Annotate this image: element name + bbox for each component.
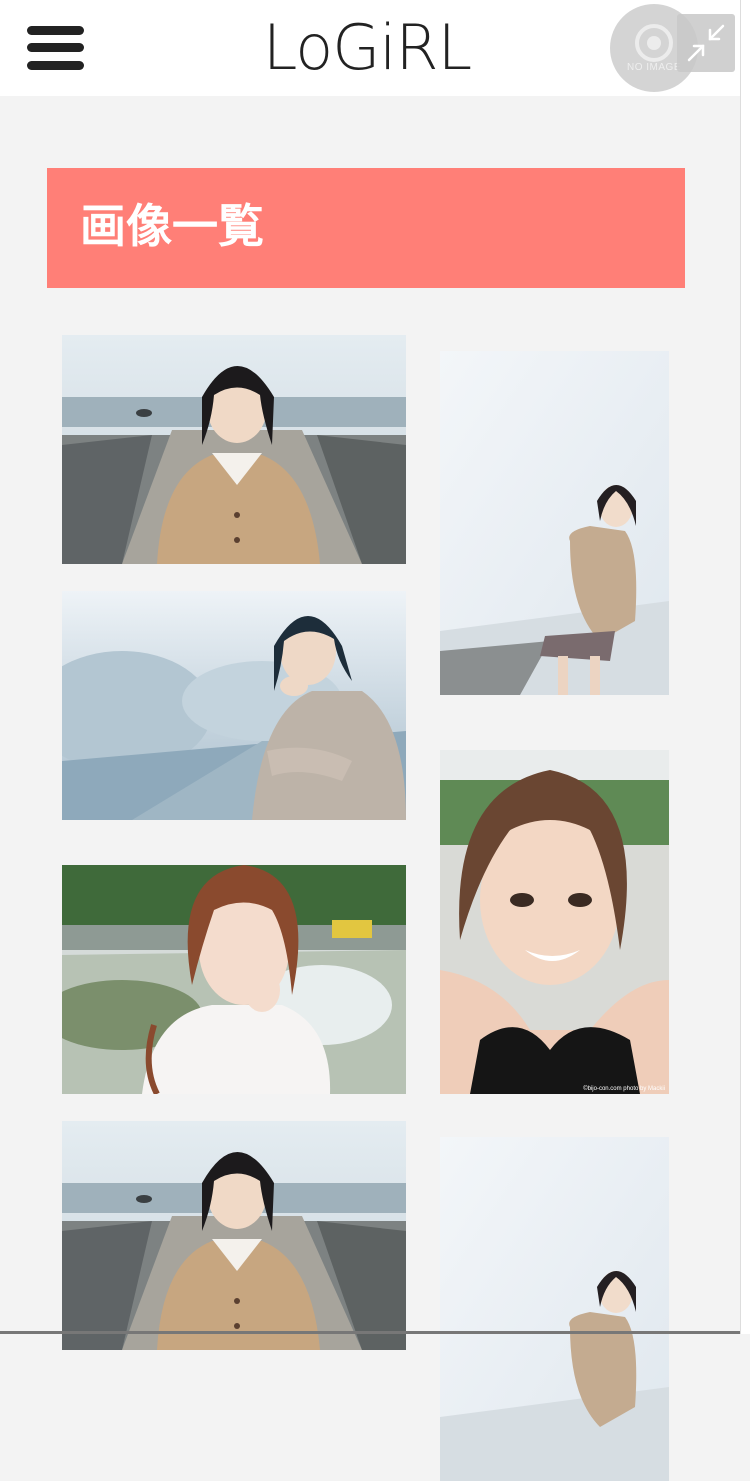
no-image-icon xyxy=(635,24,673,62)
page-title: 画像一覧 xyxy=(80,199,264,253)
app-header: LoGiRL NO IMAGE xyxy=(0,0,740,96)
gallery-image[interactable] xyxy=(440,351,669,695)
photo-watermark: ©bijo-con.com photo by Mackii xyxy=(583,1085,665,1092)
photo-girl-leaning-repeat xyxy=(440,1137,669,1481)
gallery-image[interactable] xyxy=(62,591,406,820)
hamburger-icon-bar xyxy=(27,43,84,52)
photo-girl-leaning xyxy=(440,351,669,695)
page-title-banner: 画像一覧 xyxy=(47,168,685,288)
photo-girl-fountain xyxy=(62,865,406,1094)
photo-girl-pier xyxy=(62,335,406,564)
photo-girl-smiling: ©bijo-con.com photo by Mackii xyxy=(440,750,669,1094)
hamburger-icon xyxy=(27,26,84,35)
hamburger-icon-bar xyxy=(27,61,84,70)
menu-button[interactable] xyxy=(27,24,85,72)
page-scrollbar[interactable] xyxy=(740,0,750,1334)
shrink-button[interactable] xyxy=(677,14,735,72)
gallery-image[interactable] xyxy=(62,865,406,1094)
gallery-image[interactable] xyxy=(440,1137,669,1481)
gallery-image[interactable] xyxy=(62,1121,406,1350)
site-logo[interactable]: LoGiRL xyxy=(247,12,487,84)
gallery-image[interactable]: ©bijo-con.com photo by Mackii xyxy=(440,750,669,1094)
photo-girl-pier-repeat xyxy=(62,1121,406,1350)
shrink-arrows-icon xyxy=(687,24,725,62)
gallery-image[interactable] xyxy=(62,335,406,564)
photo-girl-sitting xyxy=(62,591,406,820)
